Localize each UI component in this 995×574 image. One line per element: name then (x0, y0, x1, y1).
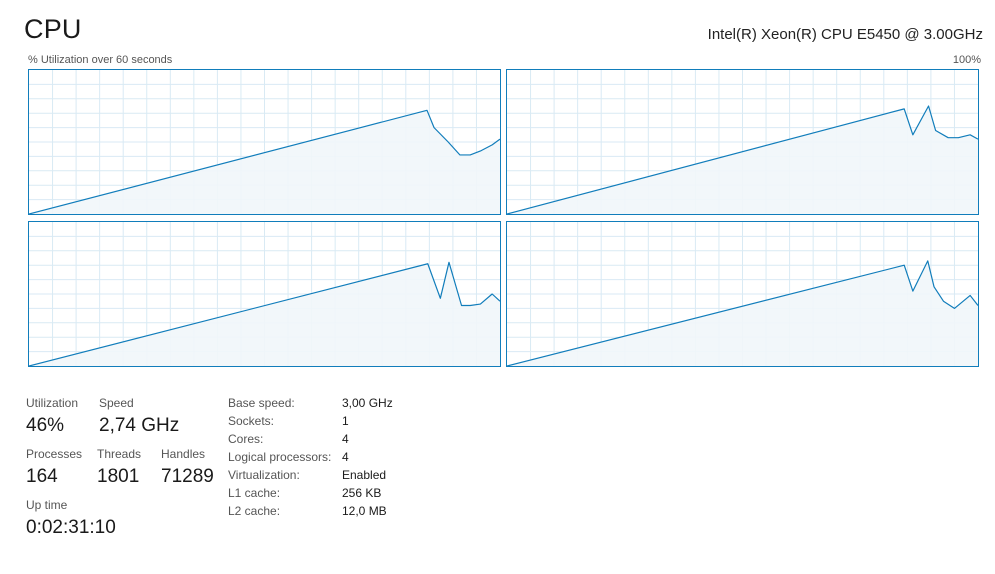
cores-value: 4 (342, 432, 349, 446)
sockets-value: 1 (342, 414, 349, 428)
utilization-label: Utilization (26, 396, 79, 410)
l2-cache-value: 12,0 MB (342, 504, 387, 518)
logical-processors-value: 4 (342, 450, 349, 464)
sockets-label: Sockets: (228, 414, 275, 428)
uptime-value: 0:02:31:10 (26, 517, 116, 538)
logical-processor-graphs (28, 69, 981, 370)
cpu-graph-3[interactable] (28, 221, 501, 367)
logical-processors-label: Logical processors: (228, 450, 332, 464)
speed-label: Speed (99, 396, 134, 410)
speed-value: 2,74 GHz (99, 415, 180, 436)
cpu-graph-2[interactable] (506, 69, 979, 215)
base-speed-label: Base speed: (228, 396, 295, 410)
cpu-graph-4[interactable] (506, 221, 979, 367)
utilization-graph-label: % Utilization over 60 seconds (28, 54, 173, 66)
handles-label: Handles (161, 447, 206, 461)
cores-label: Cores: (228, 432, 264, 446)
handles-value: 71289 (161, 466, 214, 487)
processes-value: 164 (26, 466, 58, 487)
cpu-model-name: Intel(R) Xeon(R) CPU E5450 @ 3.00GHz (707, 26, 983, 43)
threads-value: 1801 (97, 466, 140, 487)
graph-max-label: 100% (952, 54, 981, 66)
l1-cache-label: L1 cache: (228, 486, 281, 500)
virtualization-label: Virtualization: (228, 468, 300, 482)
cpu-graph-1[interactable] (28, 69, 501, 215)
l2-cache-label: L2 cache: (228, 504, 281, 518)
l1-cache-value: 256 KB (342, 486, 382, 500)
threads-label: Threads (97, 447, 142, 461)
base-speed-value: 3,00 GHz (342, 396, 393, 410)
utilization-value: 46% (26, 415, 65, 436)
page-title: CPU (24, 14, 82, 44)
processes-label: Processes (26, 447, 83, 461)
virtualization-value: Enabled (342, 468, 387, 482)
uptime-label: Up time (26, 498, 68, 512)
